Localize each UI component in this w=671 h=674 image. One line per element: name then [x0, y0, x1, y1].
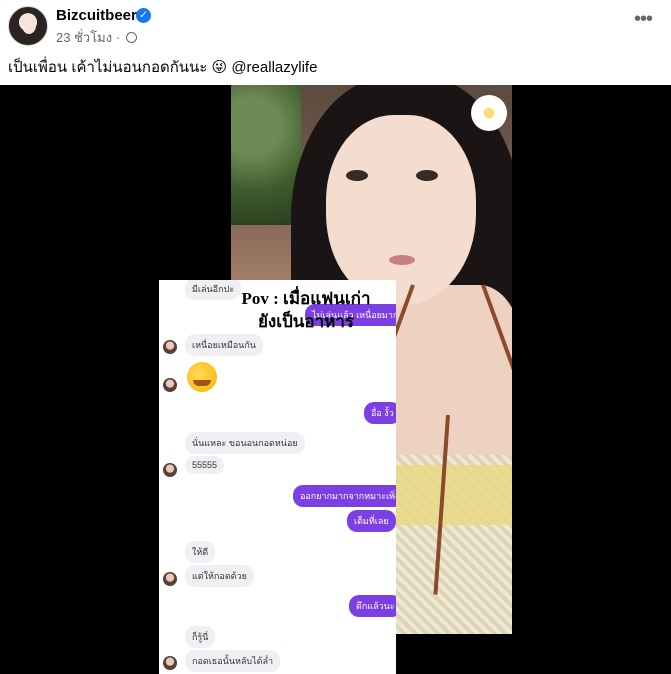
- chat-message: กอดเธอนั้นหลับได้ล่ำ: [185, 650, 281, 672]
- chat-screenshot: Pov : เมื่อแฟนเก่า ยังเป็นอาหาร มีเล่นอี…: [159, 280, 396, 674]
- face: [326, 115, 476, 305]
- chat-message: ดึกแล้วนะ: [349, 595, 396, 617]
- globe-icon[interactable]: [125, 32, 137, 43]
- contact-avatar: [163, 340, 177, 354]
- chat-message: แต่ให้กอดด้วย: [185, 565, 254, 587]
- chat-message: ให้ดี: [185, 541, 216, 563]
- overlay-title-line1: Pov : เมื่อแฟนเก่า: [241, 289, 371, 308]
- post-timestamp[interactable]: 23 ชั่วโมง: [56, 30, 112, 45]
- contact-avatar: [163, 378, 177, 392]
- contact-avatar: [163, 463, 177, 477]
- chat-message: เต็มที่เลย: [347, 510, 396, 532]
- overlay-title-line2: ยังเป็นอาหาร: [257, 311, 355, 331]
- lips: [389, 255, 415, 265]
- left-eye: [346, 170, 368, 181]
- meta-separator: ·: [115, 30, 121, 45]
- chat-message: อื่อ งั้ว: [364, 402, 396, 424]
- author-avatar[interactable]: [8, 6, 48, 46]
- chat-message: นั่นแหละ ขอนอนกอดหน่อย: [185, 432, 305, 454]
- overlay-title: Pov : เมื่อแฟนเก่า ยังเป็นอาหาร: [221, 288, 391, 334]
- chat-message: ก็รู้นี่: [185, 626, 216, 648]
- verified-badge-icon: ✓: [136, 8, 151, 23]
- more-options-icon[interactable]: •••: [634, 8, 653, 31]
- right-eye: [416, 170, 438, 181]
- melting-face-emoji: [187, 362, 217, 392]
- post-header: Bizcuitbeer ✓ 23 ชั่วโมง · •••: [0, 0, 671, 50]
- contact-avatar: [163, 656, 177, 670]
- post-caption: เป็นเพื่อน เค้าไม่นอนกอดกันนะ 😜 @reallaz…: [8, 59, 318, 76]
- knit-band: [396, 465, 512, 525]
- hair-flower: [471, 95, 507, 131]
- chat-message: เหนื่อยเหมือนกัน: [185, 334, 263, 356]
- contact-avatar: [163, 572, 177, 586]
- post-meta: 23 ชั่วโมง ·: [56, 27, 137, 48]
- chat-message: 55555: [185, 456, 225, 474]
- chat-message: ออกยากมากจากหมาะเพิ่ง: [293, 485, 396, 507]
- author-name[interactable]: Bizcuitbeer: [56, 7, 137, 24]
- post-media[interactable]: Pov : เมื่อแฟนเก่า ยังเป็นอาหาร มีเล่นอี…: [0, 85, 671, 674]
